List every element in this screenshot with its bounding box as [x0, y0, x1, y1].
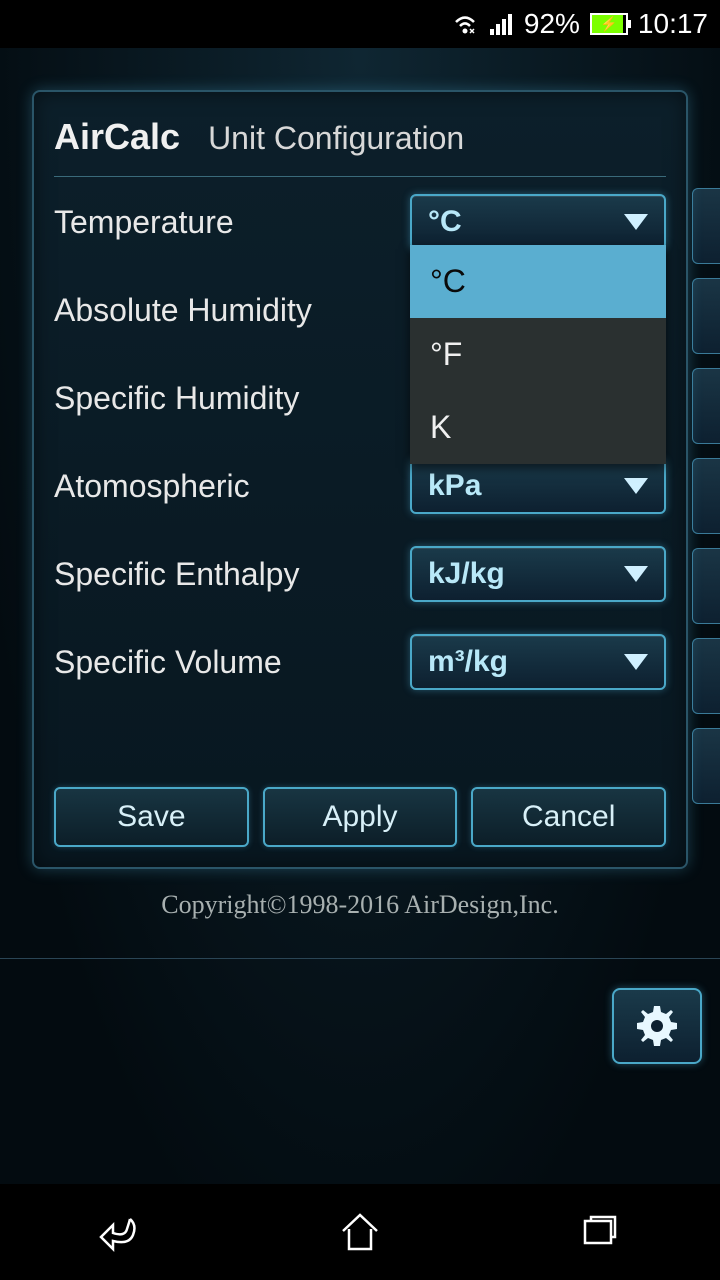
dropdown-value: °C	[428, 205, 462, 239]
chevron-down-icon	[624, 566, 648, 582]
save-button[interactable]: Save	[54, 787, 249, 847]
bg-side-tab[interactable]	[692, 638, 720, 714]
wifi-icon	[452, 13, 478, 35]
label-temperature: Temperature	[54, 204, 234, 241]
label-enthalpy: Specific Enthalpy	[54, 556, 299, 593]
back-icon	[95, 1207, 145, 1257]
label-volume: Specific Volume	[54, 644, 282, 681]
dropdown-value: kPa	[428, 469, 481, 503]
dropdown-item-kelvin[interactable]: K	[410, 391, 666, 464]
dropdown-atmospheric[interactable]: kPa	[410, 458, 666, 514]
divider-line	[0, 958, 720, 959]
dropdown-item-celsius[interactable]: °C	[410, 245, 666, 318]
dropdown-value: m³/kg	[428, 645, 508, 679]
dropdown-menu-temperature: °C °F K	[410, 245, 666, 464]
apply-button[interactable]: Apply	[263, 787, 458, 847]
chevron-down-icon	[624, 478, 648, 494]
bg-side-tab[interactable]	[692, 548, 720, 624]
label-specific-humidity: Specific Humidity	[54, 380, 299, 417]
recent-apps-icon	[575, 1207, 625, 1257]
battery-percent: 92%	[524, 8, 580, 40]
dropdown-value: kJ/kg	[428, 557, 505, 591]
battery-icon: ⚡	[590, 13, 628, 35]
status-time: 10:17	[638, 8, 708, 40]
status-bar: 92% ⚡ 10:17	[0, 0, 720, 48]
settings-button[interactable]	[612, 988, 702, 1064]
navigation-bar	[0, 1184, 720, 1280]
label-atmospheric: Atomospheric	[54, 468, 250, 505]
bg-side-tab[interactable]	[692, 278, 720, 354]
gear-icon	[633, 1002, 681, 1050]
dialog-header: AirCalc Unit Configuration	[54, 116, 666, 177]
back-button[interactable]	[60, 1202, 180, 1262]
copyright-text: Copyright©1998-2016 AirDesign,Inc.	[0, 890, 720, 920]
home-button[interactable]	[300, 1202, 420, 1262]
recent-button[interactable]	[540, 1202, 660, 1262]
dropdown-volume[interactable]: m³/kg	[410, 634, 666, 690]
unit-config-dialog: AirCalc Unit Configuration Temperature °…	[32, 90, 688, 869]
dialog-title: AirCalc	[54, 116, 180, 158]
cancel-button[interactable]: Cancel	[471, 787, 666, 847]
chevron-down-icon	[624, 654, 648, 670]
dropdown-item-fahrenheit[interactable]: °F	[410, 318, 666, 391]
config-row-temperature: Temperature °C	[54, 197, 666, 247]
home-icon	[335, 1207, 385, 1257]
config-row-enthalpy: Specific Enthalpy kJ/kg	[54, 549, 666, 599]
bg-side-tab[interactable]	[692, 188, 720, 264]
label-absolute-humidity: Absolute Humidity	[54, 292, 312, 329]
signal-icon	[488, 13, 514, 35]
dropdown-temperature[interactable]: °C	[410, 194, 666, 250]
bg-side-tab[interactable]	[692, 728, 720, 804]
dialog-button-row: Save Apply Cancel	[54, 787, 666, 847]
config-row-atmospheric: Atomospheric kPa	[54, 461, 666, 511]
bg-side-tab[interactable]	[692, 458, 720, 534]
bg-side-tab[interactable]	[692, 368, 720, 444]
config-row-volume: Specific Volume m³/kg	[54, 637, 666, 687]
chevron-down-icon	[624, 214, 648, 230]
dropdown-enthalpy[interactable]: kJ/kg	[410, 546, 666, 602]
dialog-subtitle: Unit Configuration	[208, 120, 464, 157]
